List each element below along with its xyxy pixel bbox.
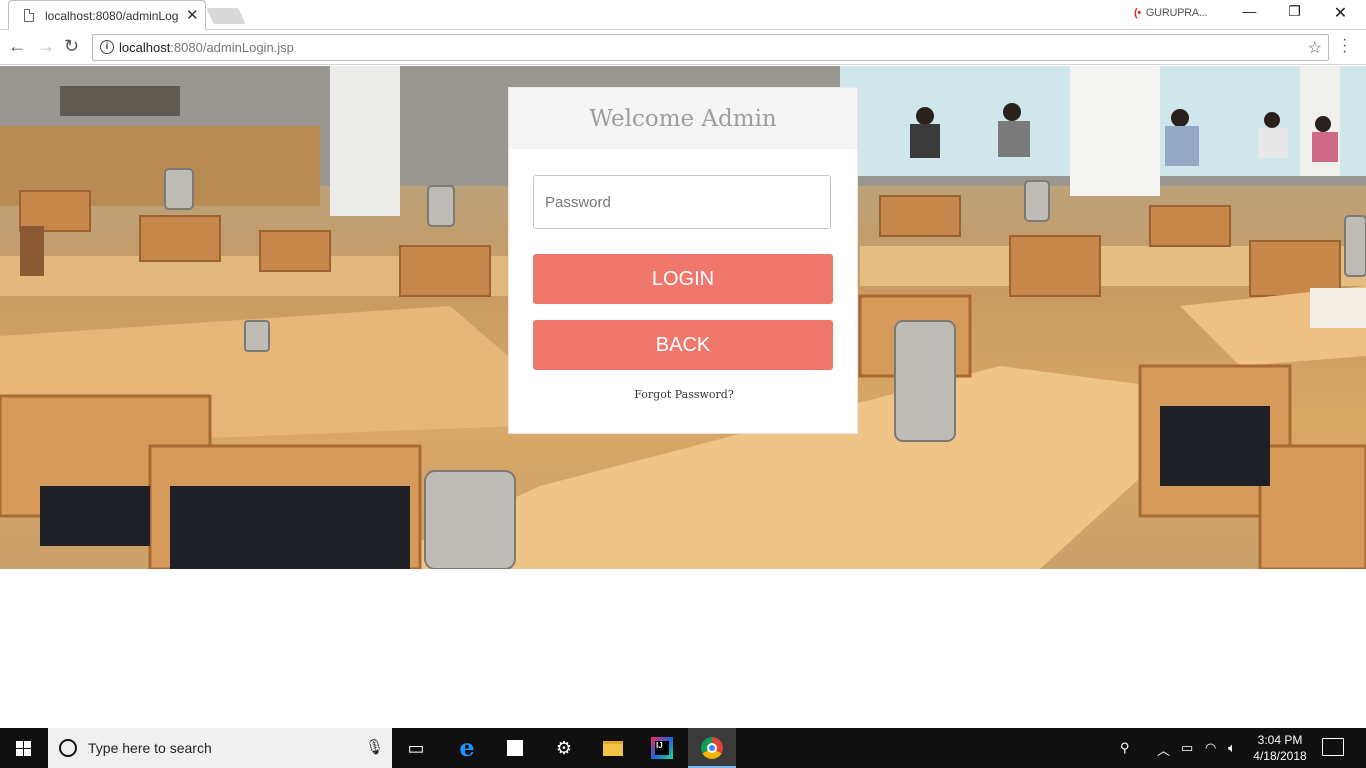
clock-time: 3:04 PM bbox=[1257, 733, 1303, 747]
back-arrow-icon[interactable]: ← bbox=[8, 36, 26, 57]
url-host: localhost bbox=[119, 40, 171, 55]
chrome-icon[interactable] bbox=[688, 728, 736, 768]
file-explorer-icon[interactable] bbox=[589, 728, 637, 768]
restore-button[interactable]: ❐ bbox=[1272, 3, 1317, 25]
profile-icon: (• bbox=[1134, 7, 1141, 19]
show-hidden-icons-chevron-icon[interactable]: ︿ bbox=[1157, 740, 1170, 759]
browser-menu-icon[interactable]: · · · bbox=[1342, 32, 1347, 60]
minimize-button[interactable]: — bbox=[1227, 3, 1272, 25]
system-clock[interactable]: 3:04 PM 4/18/2018 bbox=[1250, 732, 1310, 764]
clock-date: 4/18/2018 bbox=[1253, 749, 1307, 763]
cortana-icon bbox=[59, 739, 77, 757]
settings-icon[interactable]: ⚙ bbox=[540, 728, 588, 768]
bookmark-star-icon[interactable]: ☆ bbox=[1308, 38, 1322, 58]
edge-icon[interactable]: e bbox=[443, 728, 491, 768]
login-card: Welcome Admin LOGIN BACK Forgot Password… bbox=[508, 87, 858, 434]
address-bar[interactable]: i localhost:8080/adminLogin.jsp ☆ bbox=[92, 34, 1329, 61]
volume-icon[interactable]: 🔈︎ bbox=[1228, 740, 1236, 756]
forgot-password-link[interactable]: Forgot Password? bbox=[509, 388, 859, 401]
battery-icon[interactable]: ▭ bbox=[1181, 740, 1193, 756]
action-center-icon[interactable] bbox=[1322, 738, 1344, 756]
card-title: Welcome Admin bbox=[589, 106, 777, 132]
task-view-icon[interactable]: ▭ bbox=[392, 728, 440, 768]
login-button[interactable]: LOGIN bbox=[533, 254, 833, 304]
url-text[interactable]: localhost:8080/adminLogin.jsp bbox=[119, 40, 294, 55]
store-icon[interactable] bbox=[491, 728, 539, 768]
windows-taskbar: Type here to search 🎙︎ ▭ e ⚙ IJ ⚲ ︿ ▭ ◠ … bbox=[0, 728, 1366, 768]
tab-close-icon[interactable]: ✕ bbox=[186, 6, 199, 24]
start-button[interactable] bbox=[0, 728, 48, 768]
new-tab-button[interactable] bbox=[206, 8, 246, 24]
url-path: :8080/adminLogin.jsp bbox=[170, 40, 294, 55]
back-button[interactable]: BACK bbox=[533, 320, 833, 370]
page-icon bbox=[24, 9, 34, 22]
browser-tab[interactable]: localhost:8080/adminLog ✕ bbox=[8, 0, 206, 30]
close-window-button[interactable]: ✕ bbox=[1318, 3, 1363, 25]
forward-arrow-icon[interactable]: → bbox=[37, 36, 55, 57]
browser-toolbar: ← → ↻ i localhost:8080/adminLogin.jsp ☆ … bbox=[0, 31, 1366, 65]
profile-button[interactable]: (• GURUPRA... bbox=[1134, 7, 1207, 19]
card-header: Welcome Admin bbox=[509, 88, 857, 149]
profile-name: GURUPRA... bbox=[1145, 7, 1208, 19]
wifi-icon[interactable]: ◠ bbox=[1205, 740, 1216, 756]
site-info-icon[interactable]: i bbox=[100, 40, 114, 54]
reload-icon[interactable]: ↻ bbox=[64, 36, 79, 57]
taskbar-search-box[interactable]: Type here to search 🎙︎ bbox=[48, 728, 392, 768]
windows-logo-icon bbox=[16, 741, 32, 756]
intellij-icon[interactable]: IJ bbox=[638, 728, 686, 768]
tab-strip: localhost:8080/adminLog ✕ (• GURUPRA... —… bbox=[0, 0, 1366, 30]
search-placeholder: Type here to search bbox=[88, 740, 212, 756]
password-input[interactable] bbox=[533, 175, 831, 229]
people-icon[interactable]: ⚲ bbox=[1120, 740, 1130, 756]
tab-title: localhost:8080/adminLog bbox=[45, 9, 179, 23]
microphone-icon[interactable]: 🎙︎ bbox=[365, 738, 384, 756]
